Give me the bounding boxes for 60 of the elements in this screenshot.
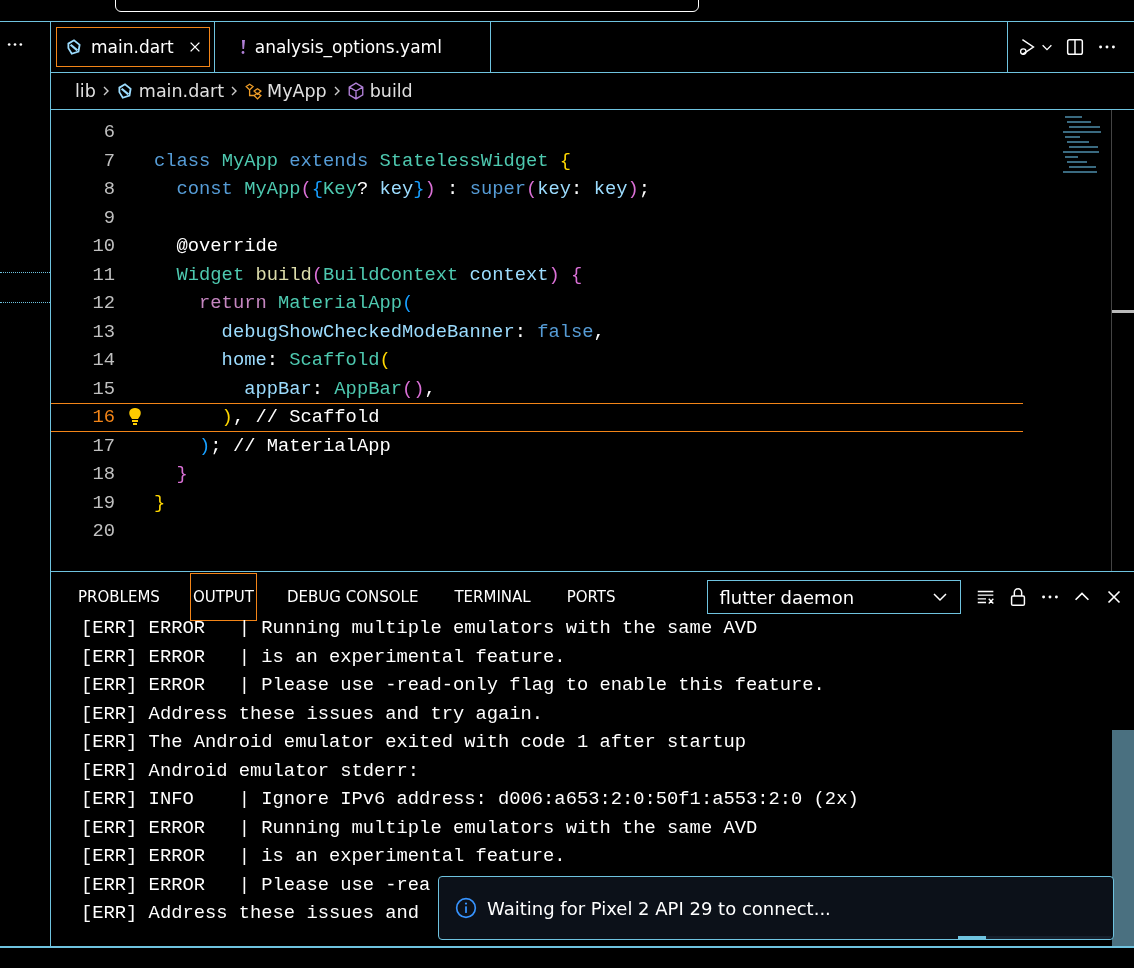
breadcrumb-item[interactable]: lib: [75, 81, 96, 101]
code-line: return MaterialApp(: [198, 292, 414, 315]
split-editor-icon[interactable]: [1064, 36, 1086, 58]
scrollbar-thumb[interactable]: [1112, 730, 1134, 946]
panel-tab[interactable]: PORTS: [561, 578, 621, 616]
class-icon: [244, 82, 263, 100]
code-line: ); // MaterialApp: [198, 434, 391, 457]
line-number: 14: [91, 349, 115, 372]
editor-tab[interactable]: analysis_options.yaml: [214, 22, 491, 72]
output-line: [ERR] ERROR | Please use -read-only flag to enable this feature.: [81, 673, 825, 698]
output-line: [ERR] Address these issues and try again.: [81, 701, 544, 727]
code-line: @override: [175, 235, 278, 258]
code-line: }: [154, 491, 166, 514]
line-number: 13: [91, 320, 115, 343]
breadcrumb-item[interactable]: MyApp: [267, 81, 327, 101]
code-line: ), // Scaffold: [220, 406, 380, 429]
output-line: [ERR] ERROR | Please use -rea: [81, 872, 431, 898]
breadcrumb-item[interactable]: build: [369, 81, 413, 101]
dart-file-icon: [115, 82, 134, 100]
minimap-drawing: [1063, 116, 1103, 173]
output-line: [ERR] ERROR | is an experimental feature.: [81, 644, 566, 670]
lightbulb-icon[interactable]: [126, 407, 143, 428]
line-number: 6: [102, 121, 115, 144]
notification-message: Waiting for Pixel 2 API 29 to connect...: [487, 897, 831, 919]
line-number: 18: [91, 463, 115, 486]
line-number: 7: [102, 149, 115, 172]
line-number: 17: [91, 434, 115, 457]
panel-tab[interactable]: PROBLEMS: [73, 578, 165, 616]
line-number: 19: [91, 491, 115, 514]
cube-icon: [346, 82, 365, 100]
info-icon: [455, 897, 477, 919]
line-number: 15: [91, 377, 115, 400]
code-line: Widget build(BuildContext context) {: [175, 263, 583, 286]
output-line: [ERR] Android emulator stderr:: [81, 758, 420, 784]
line-number: 20: [91, 520, 115, 543]
output-line: [ERR] Address these issues and: [81, 901, 420, 926]
output-line: [ERR] ERROR | is an experimental feature.: [81, 844, 566, 869]
panel-tab[interactable]: DEBUG CONSOLE: [282, 578, 424, 616]
line-number: 8: [102, 178, 115, 201]
line-number: 10: [91, 235, 115, 258]
output-line: [ERR] INFO | Ignore IPv6 address: d006:a653:2:0:50f1:a553:2:0 (2x): [81, 787, 859, 812]
panel-tab[interactable]: TERMINAL: [449, 578, 536, 616]
code-line: const MyApp({Key? key}) : super(key: key);: [175, 178, 650, 201]
code-line: class MyApp extends StatelessWidget {: [154, 149, 572, 172]
editor-tab[interactable]: main.dart: [51, 22, 215, 72]
line-number: 9: [102, 206, 115, 229]
breadcrumb-item[interactable]: main.dart: [138, 81, 225, 101]
output-line: [ERR] ERROR | Running multiple emulators with the same AVD: [81, 815, 758, 841]
line-number: 16: [91, 406, 115, 429]
output-line: [ERR] The Android emulator exited with code 1 after startup: [81, 730, 746, 755]
dart-file-icon: [65, 38, 83, 56]
scrollbar-thumb[interactable]: [1112, 310, 1134, 313]
code-line: debugShowCheckedModeBanner: false,: [220, 320, 605, 343]
code-line: }: [175, 463, 188, 486]
output-channel-dropdown[interactable]: flutter daemon: [706, 580, 961, 614]
line-number: 12: [91, 292, 115, 315]
code-line: home: Scaffold(: [220, 349, 391, 372]
line-number: 11: [91, 263, 115, 286]
more-icon[interactable]: [6, 42, 24, 47]
code-line: appBar: AppBar(),: [243, 377, 436, 400]
